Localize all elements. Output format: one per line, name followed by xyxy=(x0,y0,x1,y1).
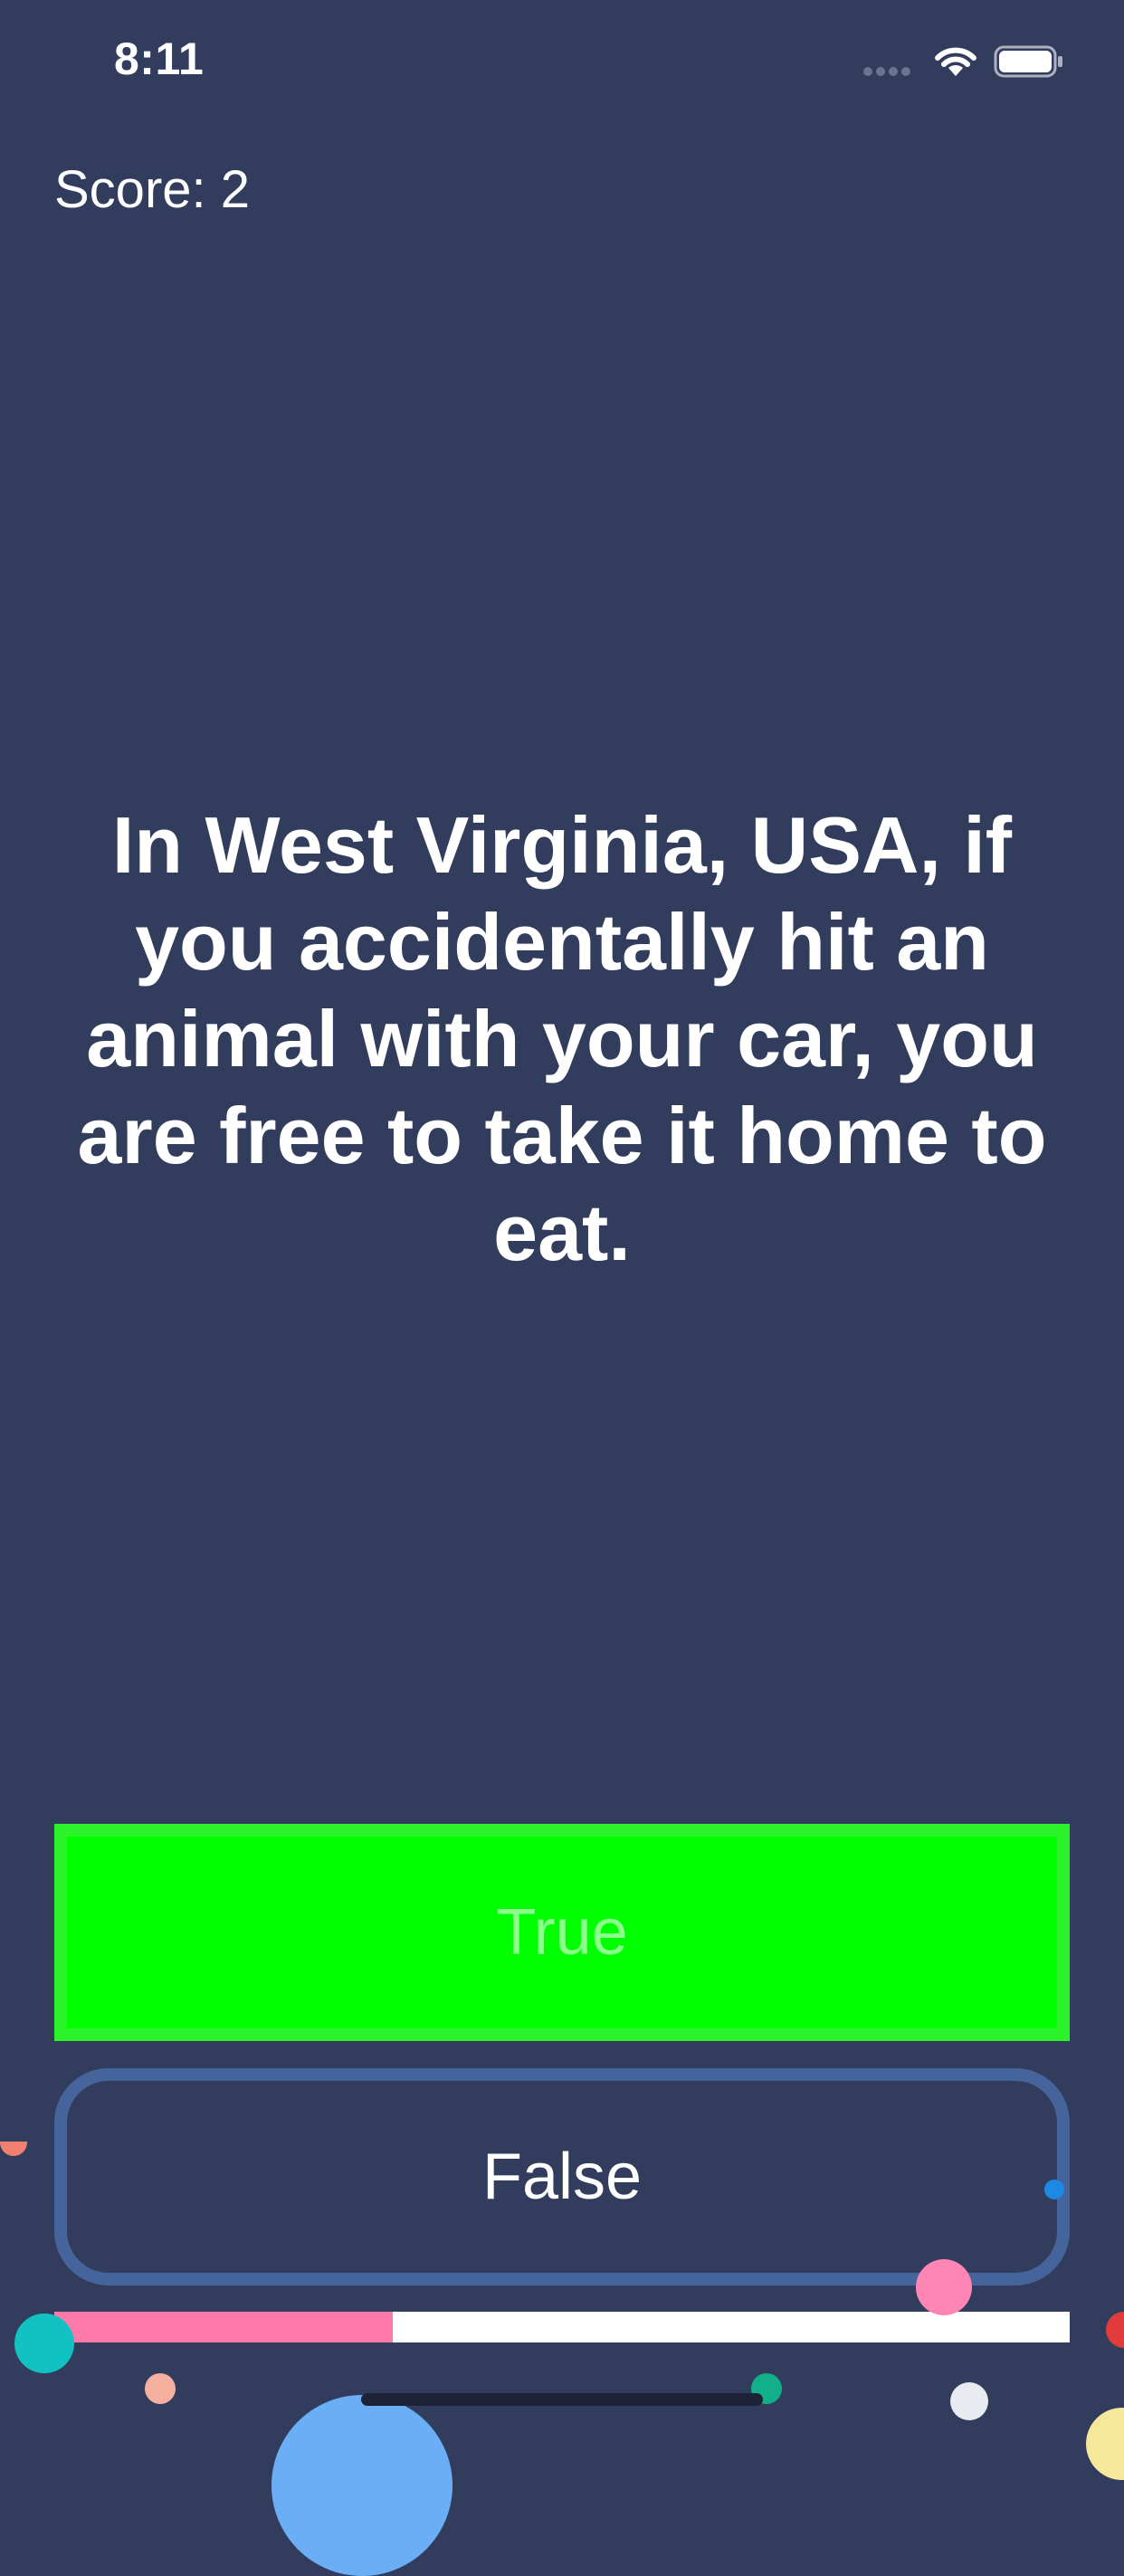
score-label: Score: 2 xyxy=(54,160,250,219)
cellular-signal-icon xyxy=(863,67,918,78)
confetti-dot xyxy=(1106,2312,1124,2348)
false-button[interactable]: False xyxy=(54,2068,1070,2285)
confetti-dot xyxy=(1086,2408,1124,2480)
progress-fill xyxy=(54,2312,393,2342)
confetti-dot xyxy=(1044,2180,1064,2199)
confetti-dot xyxy=(145,2373,176,2404)
confetti-dot xyxy=(950,2382,988,2420)
status-time: 8:11 xyxy=(114,33,205,84)
confetti-dot xyxy=(14,2314,74,2373)
progress-bar xyxy=(54,2312,1070,2342)
confetti-dot xyxy=(271,2395,452,2576)
true-button[interactable]: True xyxy=(54,1824,1070,2041)
confetti-dot xyxy=(916,2259,972,2315)
confetti-dot xyxy=(0,2142,27,2156)
wifi-icon xyxy=(935,47,976,76)
question-text: In West Virginia, USA, if you accidental… xyxy=(77,800,1047,1277)
true-button-label: True xyxy=(496,1896,628,1969)
false-button-label: False xyxy=(481,2141,643,2213)
battery-icon xyxy=(994,45,1062,78)
home-indicator[interactable] xyxy=(361,2393,763,2406)
